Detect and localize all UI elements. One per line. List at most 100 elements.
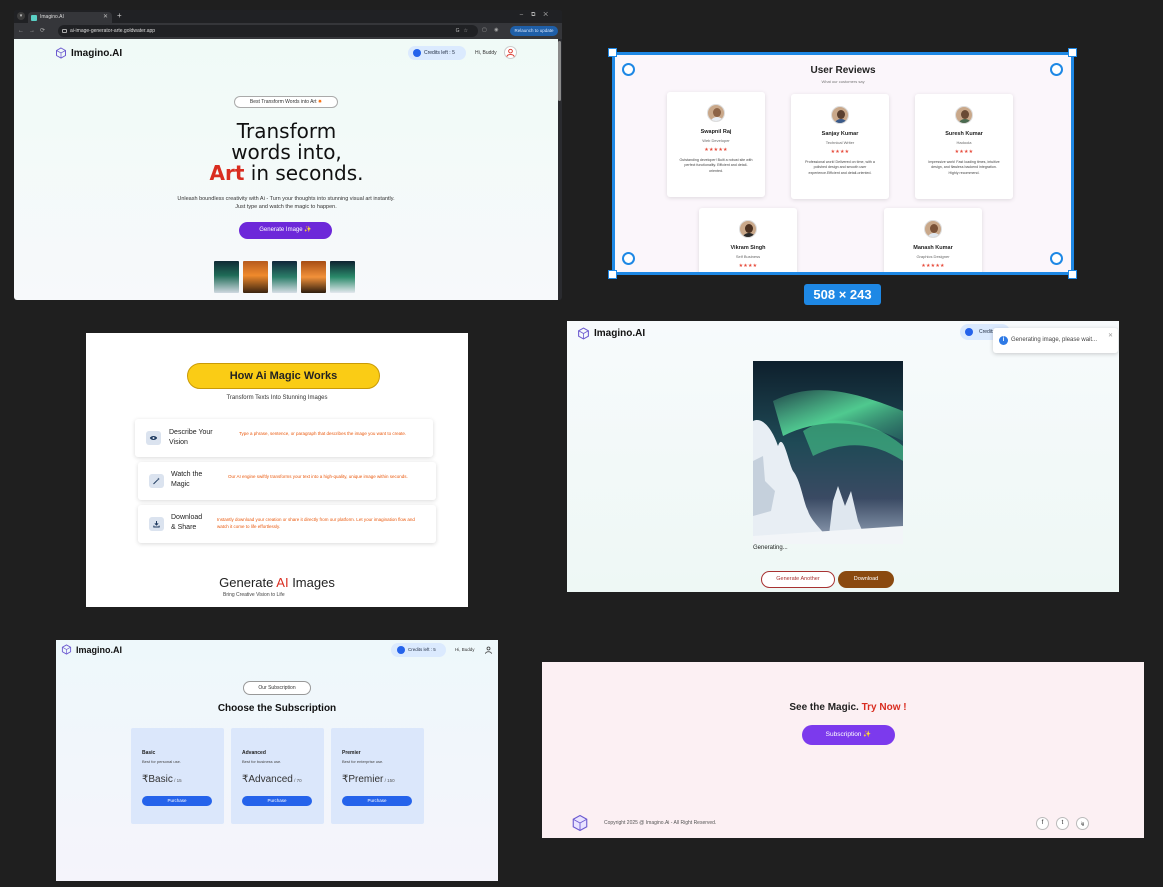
landing-page: Imagino.AI Credits left : 5 Hi, Buddy Be… — [14, 39, 558, 300]
cube-logo-icon — [56, 47, 66, 59]
crop-corner-handle[interactable] — [1068, 270, 1077, 279]
reviews-section[interactable]: User Reviews What our customers say Swap… — [612, 52, 1074, 275]
crop-corner-handle[interactable] — [608, 48, 617, 57]
favicon-icon — [31, 15, 37, 21]
sample-image-sunset[interactable] — [243, 261, 268, 293]
brand-name: Imagino.AI — [76, 644, 123, 655]
twitter-icon[interactable]: t — [1056, 817, 1069, 830]
credits-badge[interactable]: Credits left : 5 — [391, 643, 446, 657]
sample-image-aurora[interactable] — [330, 261, 355, 293]
subscription-button[interactable]: Subscription ✨ — [802, 725, 895, 745]
sample-image-aurora[interactable] — [272, 261, 297, 293]
cta-heading: See the Magic. Try Now ! — [789, 702, 907, 713]
rating-stars: ★★★★★ — [921, 263, 945, 269]
plan-description: Best for business use. — [242, 759, 282, 764]
avatar — [831, 106, 849, 124]
greeting: Hi, Buddy — [455, 647, 475, 652]
extensions-icon[interactable]: ▢ ◉ — [482, 27, 506, 35]
magic-wand-icon — [149, 474, 164, 488]
plan-name: Advanced — [242, 750, 266, 756]
review-card: Swapnil Raj Web Developer ★★★★★ Outstand… — [667, 92, 765, 197]
brand-logo[interactable]: Imagino.AI — [577, 327, 645, 340]
tab-title: Imagino.AI — [40, 14, 64, 20]
new-tab-icon[interactable]: + — [117, 11, 122, 20]
close-tab-icon[interactable]: ✕ — [103, 12, 108, 23]
cube-logo-icon — [61, 644, 72, 655]
crop-corner-handle[interactable] — [1068, 48, 1077, 57]
reviewer-name: Vikram Singh — [730, 245, 766, 251]
review-card: Suresh Kumar Hadoola ★★★★ Impressive wor… — [915, 94, 1013, 199]
review-card: Vikram Singh Self Business ★★★★ — [699, 208, 797, 272]
reviewer-role: Technical Writer — [825, 140, 855, 145]
reviews-caption: What our customers say — [821, 79, 865, 84]
scrollbar[interactable] — [558, 41, 561, 101]
generate-another-button[interactable]: Generate Another — [761, 571, 835, 588]
step-description: Instantly download your creation or shar… — [217, 517, 415, 529]
cube-logo-icon[interactable] — [571, 814, 589, 832]
generate-image-button[interactable]: Generate Image ✨ — [239, 222, 332, 239]
user-icon[interactable] — [484, 645, 493, 655]
how-it-works-button[interactable]: How Ai Magic Works — [187, 363, 380, 389]
plan-card-advanced: Advanced Best for business use. ₹Advance… — [231, 728, 324, 824]
plan-price: ₹Advanced / 70 — [242, 774, 302, 785]
generate-ai-images-heading: Generate AI Images — [219, 575, 335, 590]
review-text: Impressive work! Fast loading times, int… — [928, 160, 1000, 175]
relaunch-update-button[interactable]: Relaunch to update — [510, 26, 558, 36]
bookmark-star-icon[interactable]: G☆ — [456, 25, 472, 37]
close-toast-icon[interactable]: ✕ — [1108, 328, 1113, 344]
avatar — [707, 104, 725, 122]
brand-name: Imagino.AI — [594, 328, 646, 339]
browser-tab[interactable]: Imagino.AI ✕ — [28, 12, 112, 23]
step-description: Our AI engine swiftly transforms your te… — [228, 474, 408, 479]
reviews-title: User Reviews — [810, 65, 876, 76]
crop-corner-handle[interactable] — [608, 270, 617, 279]
purchase-button[interactable]: Purchase — [342, 796, 412, 806]
reviewer-name: Manash Kumar — [913, 245, 953, 251]
review-card: Sanjay Kumar Technical Writer ★★★★ Profe… — [791, 94, 889, 199]
resize-handle[interactable] — [1050, 63, 1063, 76]
subscription-pill: Our Subscription — [243, 681, 311, 695]
avatar — [739, 220, 757, 238]
toolbar: ←→⟳ ai-image-generator-arte.goldwater.ap… — [14, 23, 562, 39]
step-describe: Describe Your Vision Type a phrase, sente… — [135, 419, 433, 457]
sample-image-aurora[interactable] — [214, 261, 239, 293]
url-text: ai-image-generator-arte.goldwater.app — [70, 28, 156, 34]
site-info-icon[interactable] — [62, 29, 67, 33]
download-button[interactable]: Download — [838, 571, 894, 588]
hero-pill: Best Transform Words into Art ✸ — [234, 96, 338, 108]
eye-icon — [146, 431, 161, 445]
sample-image-sunset[interactable] — [301, 261, 326, 293]
window-controls[interactable]: –⧉✕ — [520, 12, 556, 19]
sample-gallery — [214, 261, 355, 293]
subscription-section: Imagino.AI Credits left : 5 Hi, Buddy Ou… — [56, 640, 498, 881]
download-icon — [149, 517, 164, 531]
resize-handle[interactable] — [622, 63, 635, 76]
loading-toast: i Generating image, please wait... ✕ — [993, 328, 1118, 353]
plan-price: ₹Basic / 15 — [142, 774, 182, 785]
reviewer-role: Graphics Designer — [916, 254, 950, 259]
resize-handle[interactable] — [1050, 252, 1063, 265]
reviewer-role: Self Business — [735, 254, 761, 259]
avatar — [924, 220, 942, 238]
step-download: Download & Share Instantly download your … — [138, 505, 436, 543]
avatar — [955, 106, 973, 124]
instagram-icon[interactable]: ig — [1076, 817, 1089, 830]
how-it-works-subtitle: Transform Texts Into Stunning Images — [226, 395, 328, 401]
resize-handle[interactable] — [622, 252, 635, 265]
credits-badge[interactable]: Credits left : 5 — [408, 46, 466, 60]
hero-headline: Transform words into, Art in seconds. — [209, 119, 364, 185]
address-bar[interactable]: ai-image-generator-arte.goldwater.app G☆ — [58, 25, 478, 37]
purchase-button[interactable]: Purchase — [242, 796, 312, 806]
brand-logo[interactable]: Imagino.AI — [55, 47, 122, 59]
reviewer-name: Suresh Kumar — [945, 131, 983, 137]
tab-search-icon[interactable]: ▾ — [17, 12, 25, 20]
facebook-icon[interactable]: f — [1036, 817, 1049, 830]
nav-buttons[interactable]: ←→⟳ — [18, 27, 50, 34]
brand-logo[interactable]: Imagino.AI — [61, 644, 122, 655]
user-avatar-icon[interactable] — [504, 46, 517, 59]
tab-strip: ▾ Imagino.AI ✕ + –⧉✕ — [14, 10, 562, 23]
plan-name: Premier — [342, 750, 361, 756]
purchase-button[interactable]: Purchase — [142, 796, 212, 806]
how-it-works-section: How Ai Magic Works Transform Texts Into … — [86, 333, 468, 607]
selection-size-label: 508 × 243 — [804, 284, 881, 305]
